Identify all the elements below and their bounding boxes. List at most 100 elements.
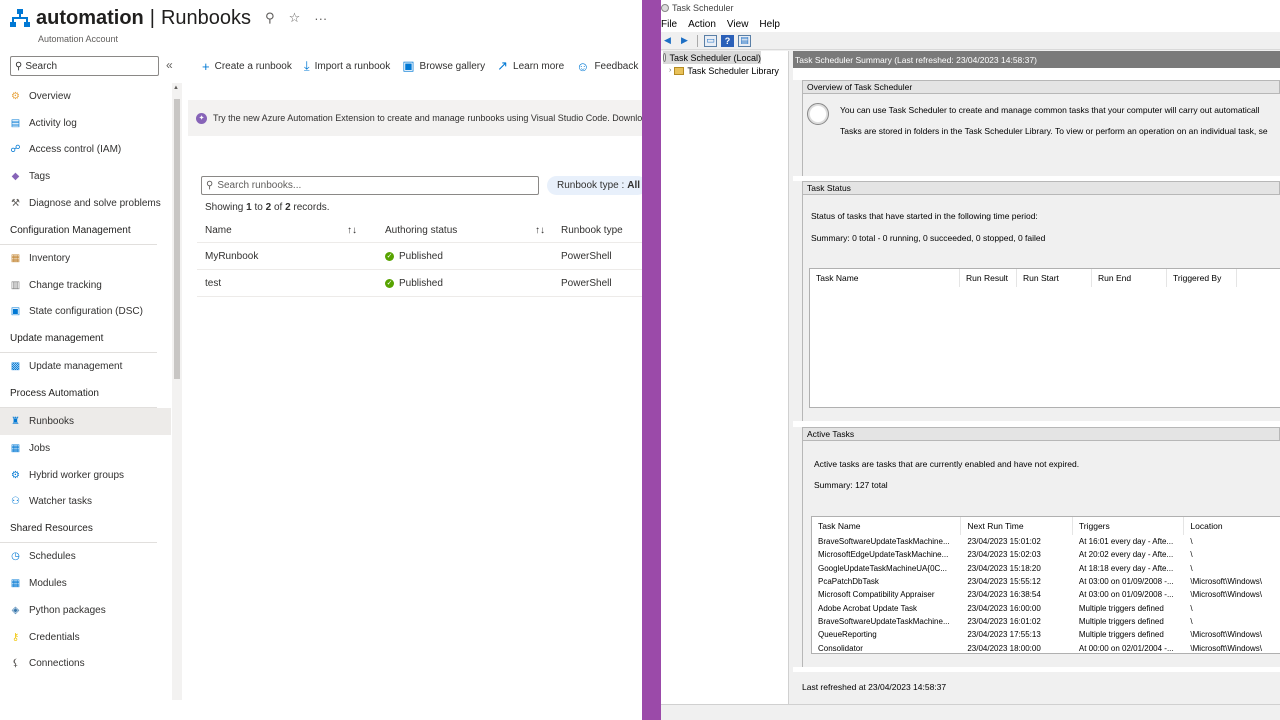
pin-icon[interactable]: ⚲ — [265, 10, 275, 26]
task-name-cell: BraveSoftwareUpdateTaskMachine... — [818, 616, 950, 626]
column-header-triggers[interactable]: Triggers — [1073, 517, 1185, 535]
browse-gallery-label: Browse gallery — [419, 60, 486, 72]
forward-icon[interactable]: ▶ — [678, 35, 691, 47]
column-label: Run Start — [1023, 273, 1059, 283]
runbook-name[interactable]: test — [205, 278, 221, 289]
help-icon[interactable]: ? — [721, 34, 734, 47]
active-task-row[interactable]: PcaPatchDbTask 23/04/2023 15:55:12 At 03:0… — [812, 575, 1280, 588]
import-runbook-button[interactable]: ⤓ Import a runbook — [304, 58, 390, 74]
more-icon[interactable]: ··· — [314, 11, 327, 26]
runbook-search-input[interactable]: ⚲ Search runbooks... — [201, 176, 539, 195]
status-period-text: Status of tasks that have started in the… — [811, 211, 1038, 221]
scroll-up-icon[interactable]: ▲ — [173, 85, 179, 91]
sort-icon[interactable]: ↑↓ — [347, 225, 357, 236]
active-task-row[interactable]: Adobe Acrobat Update Task 23/04/2023 16:0… — [812, 601, 1280, 614]
column-header-triggered-by[interactable]: Triggered By — [1167, 269, 1237, 287]
sidebar-item-jobs[interactable]: ▦ Jobs — [0, 435, 171, 462]
sidebar-item-label: Modules — [29, 578, 67, 590]
sidebar-item-connections[interactable]: ⚸ Connections — [0, 651, 171, 678]
column-header-status[interactable]: Authoring status ↑↓ — [365, 225, 553, 236]
sidebar-item-state-configuration-dsc[interactable]: ▣ State configuration (DSC) — [0, 299, 171, 326]
nav-search-input[interactable]: ⚲ Search — [10, 56, 159, 76]
column-header-next-run[interactable]: Next Run Time — [961, 517, 1073, 535]
published-check-icon: ✓ — [385, 251, 394, 261]
table-row[interactable]: test ✓ Published PowerShell — [197, 270, 642, 297]
column-header-type[interactable]: Runbook type — [553, 225, 642, 236]
menu-view[interactable]: View — [727, 19, 749, 30]
runbook-type-cell: PowerShell — [553, 251, 642, 262]
task-status-list[interactable]: Task Name Run Result Run Start Run End T… — [809, 268, 1280, 408]
back-icon[interactable]: ◀ — [661, 35, 674, 47]
sidebar-item-tags[interactable]: ◆ Tags — [0, 163, 171, 190]
sidebar-item-inventory[interactable]: ▦ Inventory — [0, 245, 171, 272]
column-header-run-end[interactable]: Run End — [1092, 269, 1167, 287]
sidebar-item-activity-log[interactable]: ▤ Activity log — [0, 110, 171, 137]
expand-icon[interactable]: › — [669, 67, 671, 74]
column-header-location[interactable]: Location — [1184, 517, 1280, 535]
sidebar-item-access-control-iam[interactable]: ☍ Access control (IAM) — [0, 137, 171, 164]
menu-file[interactable]: File — [661, 19, 677, 30]
column-header-run-start[interactable]: Run Start — [1017, 269, 1092, 287]
column-label: Run Result — [966, 273, 1009, 283]
sidebar-item-change-tracking[interactable]: ▥ Change tracking — [0, 272, 171, 299]
active-task-row[interactable]: GoogleUpdateTaskMachineUA{0C... 23/04/202… — [812, 562, 1280, 575]
active-task-row[interactable]: BraveSoftwareUpdateTaskMachine... 23/04/2… — [812, 615, 1280, 628]
column-status-label: Authoring status — [385, 224, 458, 236]
sidebar-item-diagnose-and-solve-problems[interactable]: ⚒ Diagnose and solve problems — [0, 190, 171, 217]
active-tasks-list[interactable]: Task Name Next Run Time Triggers Locatio… — [811, 516, 1280, 654]
next-run-cell: 23/04/2023 18:00:00 — [967, 643, 1041, 653]
column-header-task-name[interactable]: Task Name — [810, 269, 960, 287]
runbook-type-filter[interactable]: Runbook type : All — [547, 176, 642, 195]
column-header-name[interactable]: Name ↑↓ — [197, 225, 365, 236]
runbooks-icon: ♜ — [11, 416, 20, 428]
column-header-run-result[interactable]: Run Result — [960, 269, 1017, 287]
authoring-status: Published — [399, 250, 443, 262]
sidebar-item-watcher-tasks[interactable]: ⚇ Watcher tasks — [0, 489, 171, 516]
column-header-task-name[interactable]: Task Name — [812, 517, 962, 535]
show-hide-console-icon[interactable]: ▭ — [704, 34, 717, 47]
sidebar-item-schedules[interactable]: ◷ Schedules — [0, 543, 171, 570]
task-status-header[interactable]: Task Status — [802, 181, 1280, 195]
table-row[interactable]: MyRunbook ✓ Published PowerShell — [197, 243, 642, 270]
active-task-row[interactable]: MicrosoftEdgeUpdateTaskMachine... 23/04/2… — [812, 548, 1280, 561]
tree-item-library[interactable]: › Task Scheduler Library — [661, 64, 788, 77]
collapse-nav-icon[interactable]: « — [166, 58, 173, 72]
active-task-row[interactable]: BraveSoftwareUpdateTaskMachine... 23/04/2… — [812, 535, 1280, 548]
nav-scrollbar-thumb[interactable] — [174, 99, 180, 379]
sidebar-item-overview[interactable]: ⚙ Overview — [0, 83, 171, 110]
task-name-cell: Microsoft Compatibility Appraiser — [818, 590, 935, 600]
runbook-name[interactable]: MyRunbook — [205, 251, 258, 262]
sidebar-item-runbooks[interactable]: ♜ Runbooks — [0, 408, 171, 435]
learn-more-button[interactable]: ↗ Learn more — [497, 58, 564, 74]
active-task-row[interactable]: Microsoft Compatibility Appraiser 23/04/2… — [812, 588, 1280, 601]
tree-item-local[interactable]: Task Scheduler (Local) — [663, 51, 761, 64]
overview-header[interactable]: Overview of Task Scheduler — [802, 80, 1280, 94]
triggers-cell: At 00:00 on 02/01/2004 -... — [1078, 643, 1174, 653]
feedback-button[interactable]: ☺ Feedback — [576, 59, 638, 74]
sort-icon[interactable]: ↑↓ — [535, 225, 545, 236]
create-runbook-label: Create a runbook — [214, 60, 292, 72]
show-action-pane-icon[interactable]: ▤ — [738, 34, 751, 47]
sidebar-item-credentials[interactable]: ⚷ Credentials — [0, 624, 171, 651]
nav-section-heading: Shared Resources — [0, 515, 157, 544]
browse-gallery-button[interactable]: ▣ Browse gallery — [402, 58, 485, 74]
sidebar-item-python-packages[interactable]: ◈ Python packages — [0, 597, 171, 624]
runbook-search-placeholder: Search runbooks... — [217, 180, 302, 191]
sidebar-item-modules[interactable]: ▦ Modules — [0, 570, 171, 597]
runbook-name-link[interactable]: MyRunbook — [197, 251, 365, 262]
plus-icon: + — [202, 58, 210, 74]
active-task-row[interactable]: QueueReporting 23/04/2023 17:55:13 Multipl… — [812, 628, 1280, 641]
menu-action[interactable]: Action — [688, 19, 716, 30]
menu-help[interactable]: Help — [759, 19, 780, 30]
star-icon[interactable]: ☆ — [289, 10, 301, 26]
nav-scrollbar[interactable]: ▲ — [172, 83, 182, 700]
active-tasks-header[interactable]: Active Tasks — [802, 427, 1280, 441]
active-task-row[interactable]: Consolidator 23/04/2023 18:00:00 At 00:00 … — [812, 641, 1280, 654]
runbook-name-link[interactable]: test — [197, 278, 365, 289]
filter-label: Runbook type : — [557, 180, 625, 191]
page-header: automation | Runbooks ⚲ ☆ ··· Automation… — [10, 6, 327, 46]
create-runbook-button[interactable]: + Create a runbook — [202, 59, 292, 74]
sidebar-item-update-management[interactable]: ▩ Update management — [0, 353, 171, 380]
sidebar-item-hybrid-worker-groups[interactable]: ⚙ Hybrid worker groups — [0, 462, 171, 489]
location-cell: \ — [1190, 563, 1193, 573]
